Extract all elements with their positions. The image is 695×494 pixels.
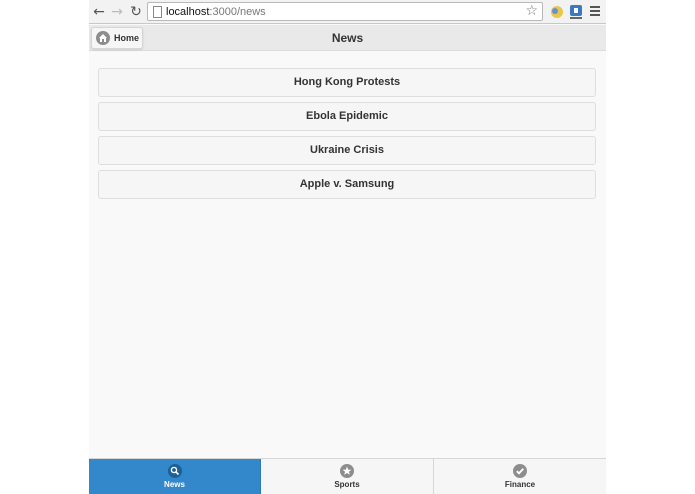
browser-window: ← → ↻ localhost:3000/news ☆ News Home Ho… [89,0,606,494]
url-host: localhost [166,6,210,18]
bookmark-star-icon[interactable]: ☆ [525,3,538,20]
url-text: localhost:3000/news [166,5,266,19]
star-icon [340,464,354,478]
check-icon [513,464,527,478]
bottom-tab-bar: News Sports Finance [89,458,606,494]
reload-icon[interactable]: ↻ [127,3,145,21]
list-item-ebola-epidemic[interactable]: Ebola Epidemic [98,102,596,131]
extension-icon[interactable] [549,4,565,20]
address-bar[interactable]: localhost:3000/news ☆ [147,2,543,21]
list-item-hong-kong-protests[interactable]: Hong Kong Protests [98,68,596,97]
list-item-apple-v-samsung[interactable]: Apple v. Samsung [98,170,596,199]
page-icon [153,6,162,18]
forward-icon[interactable]: → [108,3,126,21]
browser-toolbar: ← → ↻ localhost:3000/news ☆ [89,0,606,24]
news-list: Hong Kong Protests Ebola Epidemic Ukrain… [98,68,596,204]
tab-finance[interactable]: Finance [434,459,606,494]
list-item-ukraine-crisis[interactable]: Ukraine Crisis [98,136,596,165]
url-path: :3000/news [209,6,266,18]
tab-news[interactable]: News [89,459,261,494]
tab-finance-label: Finance [504,480,536,489]
page-title: News [331,31,364,45]
tab-sports[interactable]: Sports [261,459,434,494]
back-icon[interactable]: ← [90,3,108,21]
home-button[interactable]: Home [91,27,143,49]
home-button-label: Home [114,33,140,43]
tab-news-label: News [164,480,185,489]
home-icon [96,31,110,45]
menu-icon[interactable] [588,4,602,20]
tab-sports-label: Sports [334,480,360,489]
download-extension-icon[interactable] [568,4,584,20]
search-icon [167,464,182,478]
app-header: News Home [89,25,606,51]
